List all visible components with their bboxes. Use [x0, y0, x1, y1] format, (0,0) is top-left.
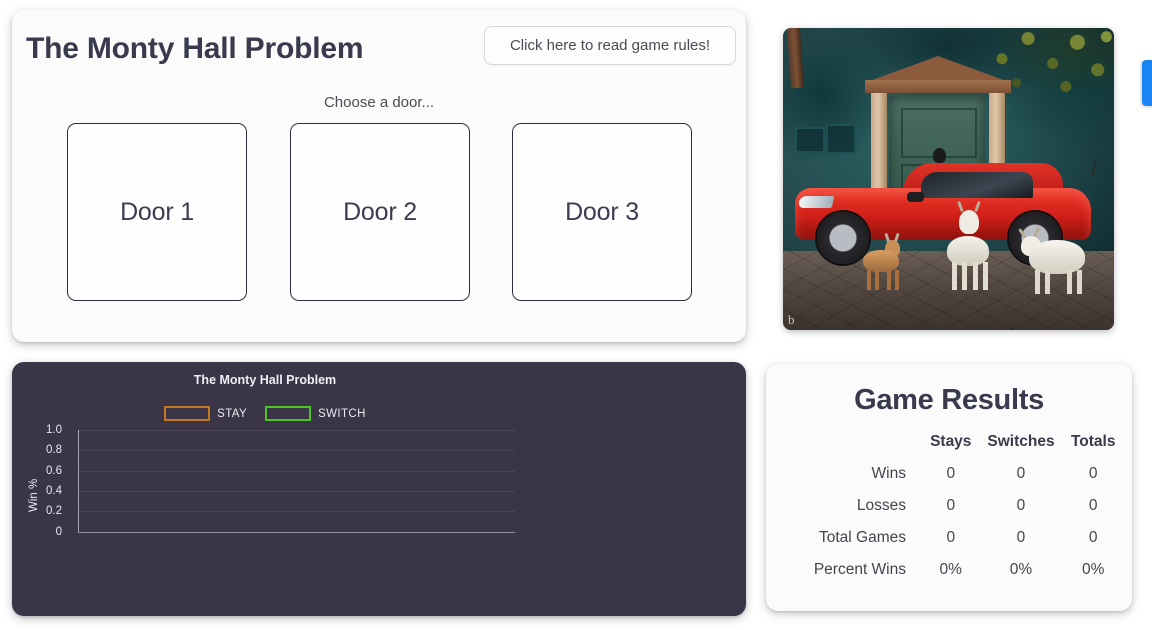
photo-scene: b — [783, 28, 1114, 330]
legend-item-stay[interactable]: STAY — [164, 406, 247, 421]
results-table-head: Stays Switches Totals — [776, 426, 1122, 458]
y-tick-0.6: 0.6 — [46, 465, 62, 477]
car-antenna — [1090, 160, 1098, 176]
read-game-rules-button[interactable]: Click here to read game rules! — [484, 26, 736, 65]
y-tick-1.0: 1.0 — [46, 424, 62, 436]
game-results-title: Game Results — [854, 384, 1044, 416]
gridline — [78, 511, 515, 512]
door-3-button[interactable]: Door 3 — [512, 123, 692, 301]
wins-switches: 0 — [1016, 465, 1026, 482]
goat-leg — [1035, 270, 1040, 294]
goat-leg — [895, 270, 899, 290]
losses-stays: 0 — [946, 497, 956, 514]
goat-leg — [875, 270, 879, 290]
goat-body — [863, 250, 899, 272]
wall-window-right — [826, 124, 856, 154]
total-games-totals: 0 — [1088, 529, 1098, 546]
percent-wins-totals: 0% — [1082, 561, 1105, 578]
goat-white-wide — [1018, 226, 1095, 294]
goat-leg — [867, 270, 871, 290]
goat-leg — [887, 270, 891, 290]
win-percentage-chart-panel: The Monty Hall Problem STAY SWITCH 1.0 0… — [12, 362, 746, 616]
total-games-stays: 0 — [946, 529, 956, 546]
legend-swatch-stay — [164, 406, 211, 421]
goat-head — [959, 210, 979, 234]
legend-item-switch[interactable]: SWITCH — [265, 406, 366, 421]
car-headlight — [797, 196, 835, 208]
door-3-label: Door 3 — [565, 197, 639, 226]
percent-wins-switches: 0% — [1009, 561, 1033, 578]
legend-swatch-switch — [265, 406, 312, 421]
chart-title: The Monty Hall Problem — [193, 373, 337, 387]
pediment — [867, 56, 1009, 82]
table-row: Wins 0 0 0 — [776, 458, 1122, 490]
photo-watermark: b — [788, 312, 795, 327]
col-header-totals: Totals — [1070, 433, 1116, 450]
wall-window-left — [795, 127, 825, 153]
goat-brown — [861, 232, 905, 290]
chart-plot-area: 1.0 0.8 0.6 0.4 0.2 0 — [46, 424, 515, 594]
y-tick-0.8: 0.8 — [46, 444, 62, 456]
y-tick-0: 0 — [55, 526, 62, 538]
wins-totals: 0 — [1088, 465, 1098, 482]
row-label-losses: Losses — [856, 497, 906, 514]
goat-leg — [952, 262, 957, 290]
col-header-stays: Stays — [930, 433, 972, 450]
door-1-button[interactable]: Door 1 — [67, 123, 247, 301]
goat-leg — [983, 262, 988, 290]
game-panel: The Monty Hall Problem Click here to rea… — [12, 10, 746, 342]
goat-leg — [1077, 270, 1082, 294]
wins-stays: 0 — [946, 465, 956, 482]
total-games-switches: 0 — [1016, 529, 1026, 546]
door-1-label: Door 1 — [120, 197, 194, 226]
game-results-panel: Game Results Stays Switches Totals Wins … — [766, 364, 1132, 611]
table-row: Losses 0 0 0 — [776, 490, 1122, 522]
legend-label-stay: STAY — [217, 407, 248, 420]
chart-x-axis — [78, 532, 515, 533]
gridline — [78, 471, 515, 472]
goat-leg — [962, 262, 967, 290]
row-label-total-games: Total Games — [818, 529, 906, 546]
gridline — [78, 491, 515, 492]
chart-legend: STAY SWITCH — [12, 406, 518, 421]
choose-door-prompt: Choose a door... — [323, 94, 435, 111]
goat-leg — [973, 262, 978, 290]
goat-body — [1029, 240, 1085, 274]
table-row: Percent Wins 0% 0% 0% — [776, 554, 1122, 586]
goat-white-tall — [945, 200, 1001, 292]
game-results-table: Stays Switches Totals Wins 0 0 0 Losses … — [776, 426, 1122, 586]
row-label-wins: Wins — [871, 465, 906, 482]
car-mirror — [907, 192, 924, 202]
chart-y-axis-label: Win % — [28, 478, 40, 512]
col-header-switches: Switches — [987, 433, 1055, 450]
gridline — [78, 430, 515, 431]
goat-leg — [1067, 270, 1072, 294]
app-root: The Monty Hall Problem Click here to rea… — [0, 0, 1152, 630]
page-title: The Monty Hall Problem — [26, 32, 364, 65]
table-header-row: Stays Switches Totals — [776, 426, 1122, 458]
legend-label-switch: SWITCH — [318, 407, 366, 420]
table-row: Total Games 0 0 0 — [776, 522, 1122, 554]
percent-wins-stays: 0% — [939, 561, 962, 578]
losses-switches: 0 — [1016, 497, 1026, 514]
doors-row: Door 1 Door 2 Door 3 — [12, 123, 746, 313]
gridline — [78, 450, 515, 451]
monty-hall-photo: b — [783, 28, 1114, 330]
side-drawer-tab[interactable] — [1142, 60, 1152, 106]
door-2-label: Door 2 — [343, 197, 417, 226]
col-header-blank — [776, 426, 924, 458]
door-2-button[interactable]: Door 2 — [290, 123, 470, 301]
losses-totals: 0 — [1088, 497, 1098, 514]
results-table-body: Wins 0 0 0 Losses 0 0 0 Total Games 0 0 … — [776, 458, 1122, 586]
car-window — [921, 172, 1033, 198]
game-header: The Monty Hall Problem Click here to rea… — [12, 10, 746, 82]
row-label-percent-wins: Percent Wins — [813, 561, 906, 578]
lintel — [865, 80, 1011, 93]
goat-leg — [1045, 270, 1050, 294]
chart-y-axis — [78, 430, 79, 532]
